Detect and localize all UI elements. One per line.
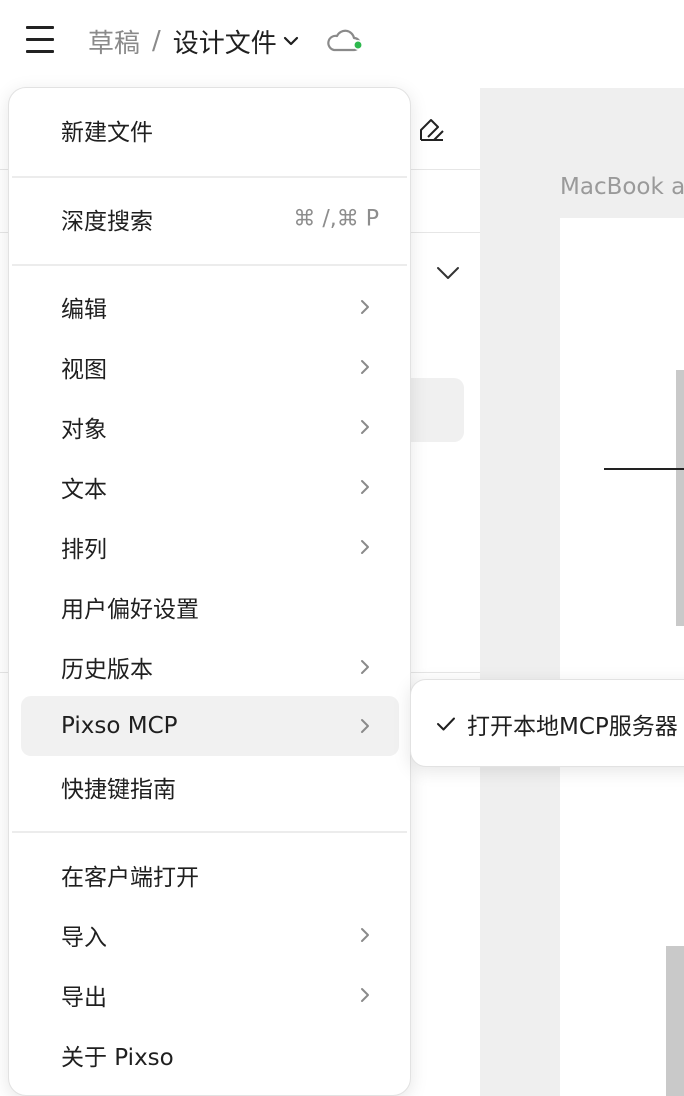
menu-item-label: 对象	[61, 417, 107, 443]
menu-item-label: 在客户端打开	[61, 865, 199, 891]
menu-item-open-in-client[interactable]: 在客户端打开	[21, 845, 399, 905]
breadcrumb: 草稿 / 设计文件	[88, 23, 299, 60]
menu-item-label: 文本	[61, 477, 107, 503]
menu-separator	[12, 831, 407, 833]
submenu-item-label: 打开本地MCP服务器	[467, 714, 678, 740]
breadcrumb-drafts-link[interactable]: 草稿	[88, 23, 140, 60]
menu-item-new-file[interactable]: 新建文件	[21, 100, 399, 160]
menu-item-import[interactable]: 导入	[21, 905, 399, 965]
menu-item-label: 历史版本	[61, 657, 153, 683]
menu-item-label: 快捷键指南	[61, 777, 176, 803]
menu-item-label: 新建文件	[61, 120, 153, 146]
edit-frame-icon[interactable]	[418, 116, 446, 144]
menu-item-label: 导出	[61, 985, 107, 1011]
chevron-right-icon	[361, 300, 369, 314]
menu-item-label: 视图	[61, 357, 107, 383]
menu-item-deep-search[interactable]: 深度搜索 ⌘ /,⌘ P	[21, 189, 399, 249]
menu-separator	[12, 176, 407, 178]
menu-item-about[interactable]: 关于 Pixso	[21, 1025, 399, 1085]
menu-item-label: Pixso MCP	[61, 713, 178, 739]
menu-item-arrange[interactable]: 排列	[21, 517, 399, 577]
frame-element[interactable]	[676, 370, 684, 626]
frame-label[interactable]: MacBook a	[560, 174, 684, 200]
menu-item-label: 排列	[61, 537, 107, 563]
menu-item-export[interactable]: 导出	[21, 965, 399, 1025]
file-name[interactable]: 设计文件	[173, 23, 277, 60]
hamburger-menu-icon[interactable]	[26, 26, 54, 54]
breadcrumb-separator: /	[152, 26, 161, 56]
chevron-right-icon	[361, 360, 369, 374]
menu-item-pixso-mcp[interactable]: Pixso MCP	[21, 696, 399, 756]
chevron-right-icon	[361, 719, 369, 733]
menu-item-label: 关于 Pixso	[61, 1045, 174, 1071]
keyboard-shortcut: ⌘ /,⌘ P	[293, 206, 379, 232]
menu-item-shortcuts-guide[interactable]: 快捷键指南	[21, 757, 399, 817]
chevron-down-icon[interactable]	[283, 35, 299, 47]
menu-item-object[interactable]: 对象	[21, 397, 399, 457]
frame-line[interactable]	[604, 468, 684, 470]
chevron-right-icon	[361, 928, 369, 942]
menu-item-view[interactable]: 视图	[21, 337, 399, 397]
menu-item-preferences[interactable]: 用户偏好设置	[21, 577, 399, 637]
menu-item-text[interactable]: 文本	[21, 457, 399, 517]
menu-item-label: 导入	[61, 925, 107, 951]
chevron-right-icon	[361, 660, 369, 674]
chevron-right-icon	[361, 988, 369, 1002]
main-menu: 新建文件 深度搜索 ⌘ /,⌘ P 编辑 视图 对象 文本 排列 用户偏好设置 …	[8, 87, 411, 1096]
checkmark-icon	[437, 717, 455, 731]
chevron-right-icon	[361, 480, 369, 494]
menu-item-label: 深度搜索	[61, 209, 153, 235]
chevron-right-icon	[361, 540, 369, 554]
chevron-down-icon[interactable]	[436, 264, 460, 282]
menu-separator	[12, 264, 407, 266]
menu-item-edit[interactable]: 编辑	[21, 277, 399, 337]
submenu-item-open-local-mcp-server[interactable]: 打开本地MCP服务器	[419, 694, 684, 754]
menu-item-label: 用户偏好设置	[61, 597, 199, 623]
menu-item-label: 编辑	[61, 297, 107, 323]
pixso-mcp-submenu: 打开本地MCP服务器	[410, 679, 684, 767]
chevron-right-icon	[361, 420, 369, 434]
menu-item-history[interactable]: 历史版本	[21, 637, 399, 697]
cloud-sync-status-icon[interactable]	[326, 26, 366, 56]
top-bar: 草稿 / 设计文件	[0, 0, 684, 88]
frame-element[interactable]	[666, 946, 684, 1096]
